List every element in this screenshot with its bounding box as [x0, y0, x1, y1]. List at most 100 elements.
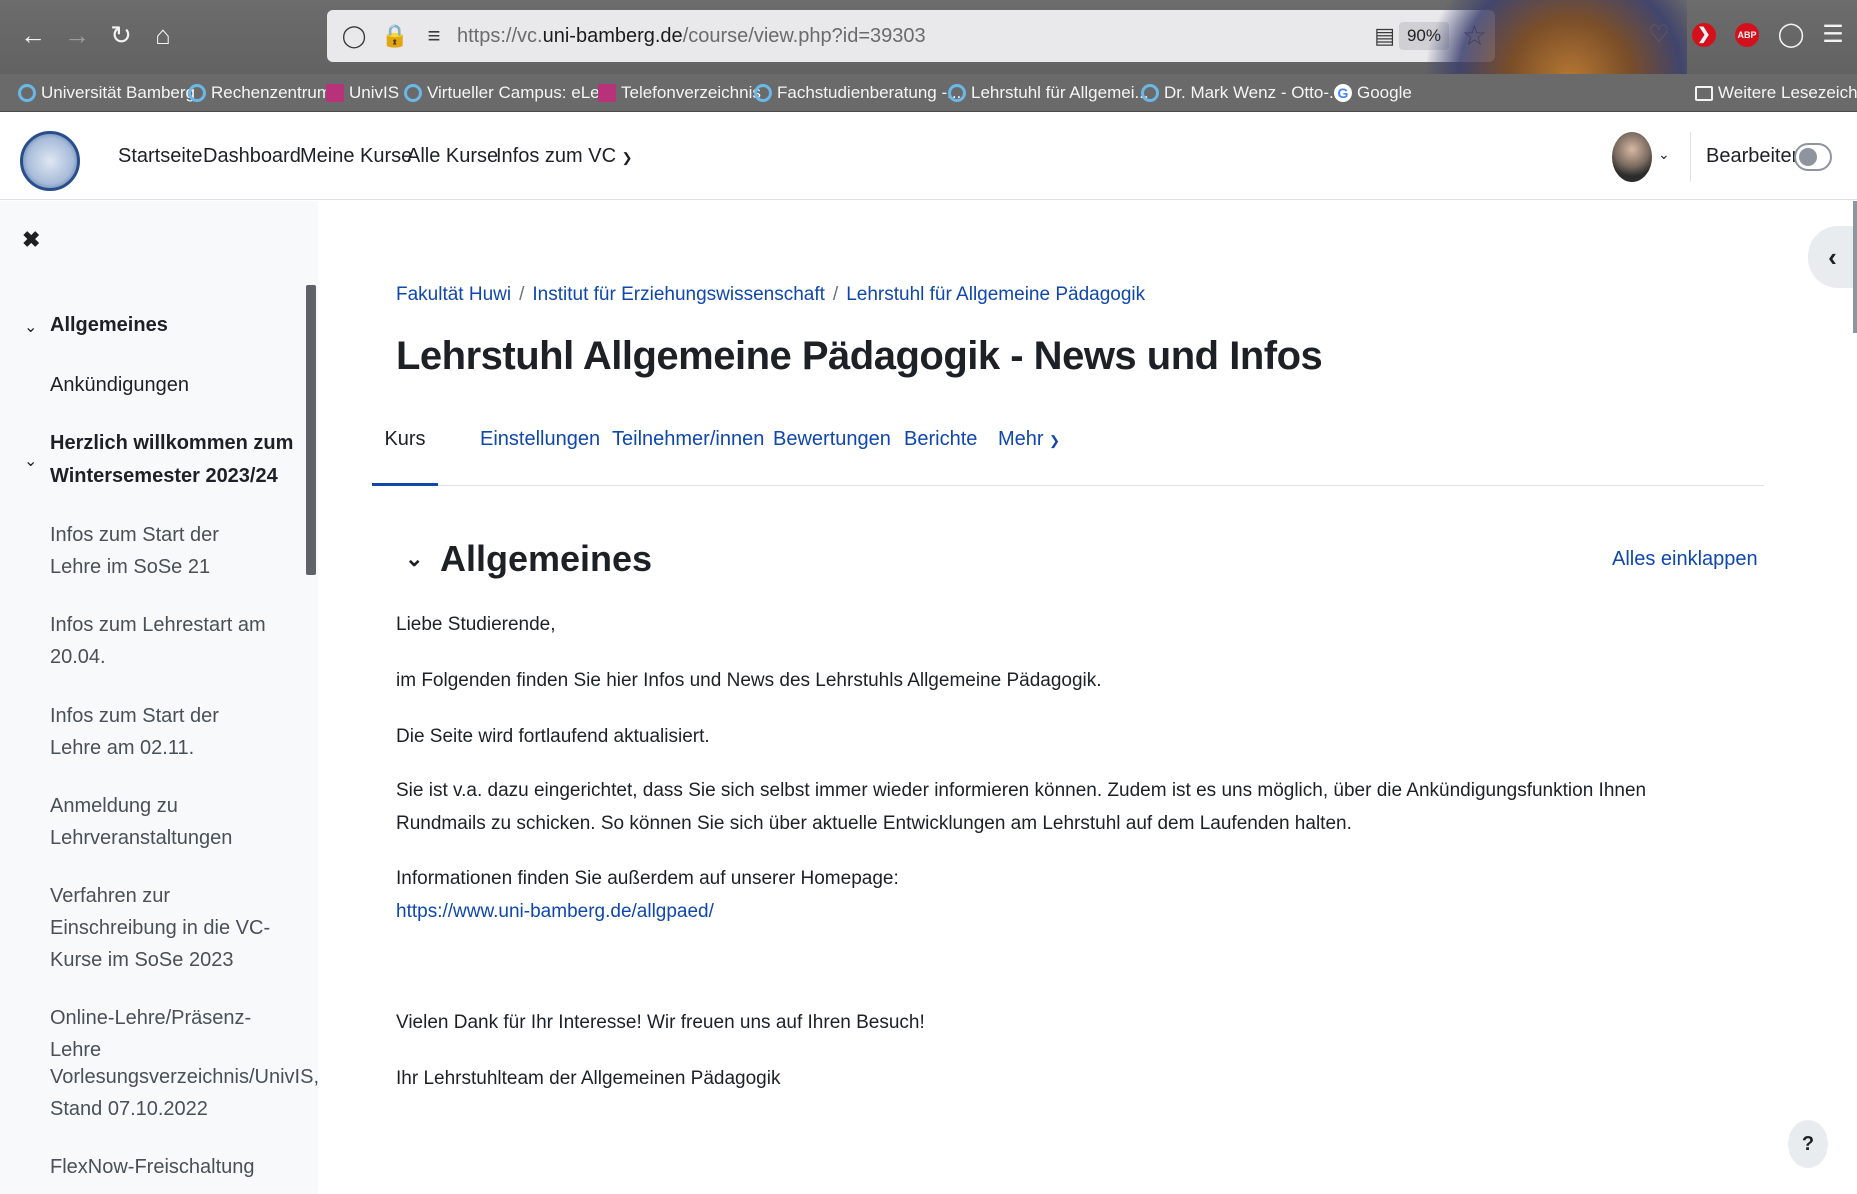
chevron-down-icon[interactable]: ⌄ [24, 317, 37, 337]
back-icon[interactable]: ← [16, 18, 50, 52]
menu-icon[interactable]: ☰ [1816, 18, 1850, 52]
bookmark-label: Dr. Mark Wenz - Otto-... [1164, 83, 1344, 102]
breadcrumb-item[interactable]: Fakultät Huwi [396, 284, 511, 305]
bookmark-item[interactable]: Telefonverzeichnis [598, 80, 761, 106]
chevron-down-icon: ❯ [1049, 433, 1061, 448]
site-navbar: Startseite Dashboard Meine Kurse Alle Ku… [0, 112, 1857, 200]
page-title: Lehrstuhl Allgemeine Pädagogik - News un… [396, 334, 1323, 378]
extensions-icon[interactable]: ◯ [1774, 18, 1808, 52]
bookmark-label: Universität Bamberg [41, 83, 196, 102]
url-text[interactable]: https://vc.uni-bamberg.de/course/view.ph… [457, 25, 926, 48]
user-avatar[interactable] [1612, 132, 1652, 182]
page-scrollbar[interactable] [1853, 201, 1857, 333]
nav-my-courses[interactable]: Meine Kurse [300, 112, 412, 200]
adblock-plus-icon[interactable]: ABP [1735, 23, 1759, 47]
browser-toolbar: ← → ↻ ⌂ ◯ 🔒 ≡ https://vc.uni-bamberg.de/… [0, 0, 1857, 74]
breadcrumb: Fakultät Huwi / Institut für Erziehungswis… [396, 284, 1145, 306]
course-index-section-welcome[interactable]: Herzlich willkommen zum Wintersemester 2… [50, 427, 300, 493]
section-paragraph: Vielen Dank für Ihr Interesse! Wir freue… [396, 1012, 925, 1033]
breadcrumb-separator: / [832, 284, 839, 305]
course-index-item[interactable]: Verfahren zur Einschreibung in die VC-Ku… [50, 880, 275, 976]
section-paragraph: im Folgenden finden Sie hier Infos und N… [396, 670, 1102, 691]
bookmark-item[interactable]: Virtueller Campus: eLe... [404, 80, 614, 106]
chevron-down-icon: ❯ [621, 150, 633, 165]
lock-icon[interactable]: 🔒 [381, 23, 408, 49]
open-block-drawer-button[interactable]: ‹ [1808, 226, 1857, 288]
home-icon[interactable]: ⌂ [146, 18, 180, 52]
tab-grades[interactable]: Bewertungen [773, 428, 891, 486]
other-bookmarks[interactable]: Weitere Lesezeichen [1695, 80, 1857, 106]
vc-icon [754, 84, 772, 102]
permissions-icon[interactable]: ≡ [421, 23, 447, 49]
tab-participants[interactable]: Teilnehmer/innen [612, 428, 764, 486]
tab-more[interactable]: Mehr ❯ [998, 428, 1060, 486]
chevron-down-icon[interactable]: ⌄ [24, 451, 37, 471]
nav-all-courses[interactable]: Alle Kurse [407, 112, 498, 200]
collapse-all-link[interactable]: Alles einklappen [1612, 548, 1758, 571]
bookmark-label: UnivIS [349, 83, 400, 102]
course-index-item[interactable]: Vorlesungsverzeichnis/UnivIS, Stand 07.1… [50, 1061, 318, 1125]
breadcrumb-item[interactable]: Institut für Erziehungswissenschaft [532, 284, 825, 305]
tab-more-label: Mehr [998, 428, 1044, 450]
other-bookmarks-label: Weitere Lesezeichen [1718, 83, 1857, 102]
breadcrumb-item[interactable]: Lehrstuhl für Allgemeine Pädagogik [846, 284, 1145, 305]
bookmark-item[interactable]: Fachstudienberatung -... [754, 80, 961, 106]
homepage-link[interactable]: https://www.uni-bamberg.de/allgpaed/ [396, 901, 714, 922]
help-button[interactable]: ? [1788, 1120, 1828, 1168]
bookmark-item[interactable]: Lehrstuhl für Allgemei... [948, 80, 1149, 106]
section-title: Allgemeines [440, 538, 653, 579]
vc-icon [188, 84, 206, 102]
url-bar[interactable]: ◯ 🔒 ≡ https://vc.uni-bamberg.de/course/v… [327, 10, 1495, 62]
opera-extension-icon[interactable]: ❯ [1692, 23, 1716, 47]
course-index-item[interactable]: Infos zum Lehrestart am 20.04. [50, 609, 275, 673]
course-index-item[interactable]: Anmeldung zu Lehrveranstaltungen [50, 790, 275, 854]
forward-icon[interactable]: → [60, 18, 94, 52]
course-index-item[interactable]: Infos zum Start der Lehre im SoSe 21 [50, 519, 275, 583]
drawer-scrollbar[interactable] [306, 285, 316, 575]
univis-icon [326, 84, 344, 102]
tab-settings[interactable]: Einstellungen [480, 428, 600, 486]
edit-mode-label: Bearbeiten [1706, 145, 1803, 167]
bookmark-label: Lehrstuhl für Allgemei... [971, 83, 1149, 102]
section-paragraph: Ihr Lehrstuhlteam der Allgemeinen Pädago… [396, 1068, 781, 1089]
vc-icon [948, 84, 966, 102]
vc-icon [404, 84, 422, 102]
nav-vc-info[interactable]: Infos zum VC ❯ [496, 112, 633, 200]
tracking-shield-icon[interactable]: ◯ [341, 23, 367, 49]
course-index-item[interactable]: FlexNow-Freischaltung [50, 1151, 275, 1183]
user-menu-chevron-icon[interactable]: ⌄ [1658, 146, 1670, 163]
tab-reports[interactable]: Berichte [904, 428, 977, 486]
course-index-item-announcements[interactable]: Ankündigungen [50, 369, 275, 401]
edit-mode-toggle[interactable] [1794, 143, 1832, 171]
nav-dashboard[interactable]: Dashboard [203, 112, 301, 200]
bookmark-item[interactable]: Rechenzentrum [188, 80, 331, 106]
bookmark-item[interactable]: Universität Bamberg [18, 80, 195, 106]
pocket-icon[interactable]: ♡ [1642, 18, 1676, 52]
course-index-item[interactable]: Online-Lehre/Präsenz-Lehre [50, 1002, 275, 1066]
section-paragraph: Informationen finden Sie außerdem auf un… [396, 862, 1736, 928]
tab-course[interactable]: Kurs [372, 428, 438, 486]
course-index-item[interactable]: Infos zum Start der Lehre am 02.11. [50, 700, 275, 764]
univis-icon [598, 84, 616, 102]
course-index-section-general[interactable]: Allgemeines [50, 309, 300, 342]
reader-view-icon[interactable]: ▤ [1374, 23, 1395, 49]
zoom-level-badge[interactable]: 90% [1398, 22, 1449, 50]
nav-home[interactable]: Startseite [118, 112, 202, 200]
bookmark-item[interactable]: G Google [1334, 80, 1412, 106]
bookmark-star-icon[interactable]: ☆ [1462, 19, 1487, 52]
university-logo[interactable] [20, 131, 80, 191]
section-collapse-chevron-icon[interactable]: ⌄ [405, 546, 423, 572]
bookmark-label: Telefonverzeichnis [621, 83, 761, 102]
bookmark-item[interactable]: UnivIS [326, 80, 399, 106]
bookmark-item[interactable]: Dr. Mark Wenz - Otto-... [1141, 80, 1343, 106]
section-paragraph: Liebe Studierende, [396, 614, 556, 635]
section-paragraph: Sie ist v.a. dazu eingerichtet, dass Sie… [396, 780, 1647, 834]
vc-icon [1141, 84, 1159, 102]
bookmarks-bar: Universität Bamberg Rechenzentrum UnivIS Vi… [0, 74, 1857, 112]
divider [1690, 132, 1691, 182]
vc-icon [18, 84, 36, 102]
breadcrumb-separator: / [519, 284, 525, 305]
nav-vc-info-label: Infos zum VC [496, 145, 617, 167]
reload-icon[interactable]: ↻ [104, 18, 138, 52]
close-icon[interactable]: ✖ [22, 227, 40, 253]
